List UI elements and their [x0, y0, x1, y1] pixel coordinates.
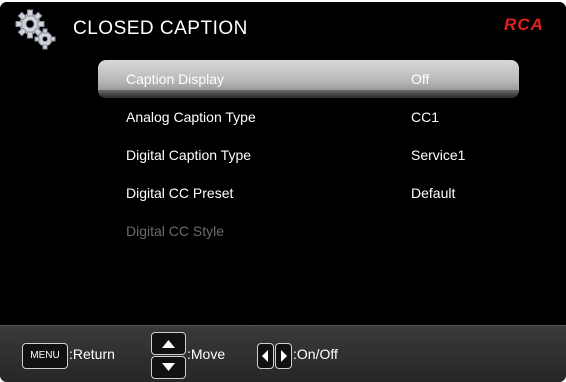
up-arrow-key[interactable] [151, 332, 186, 355]
menu-item-digital-cc-preset[interactable]: Digital CC Preset Default [110, 178, 510, 208]
down-arrow-key[interactable] [151, 356, 186, 379]
rca-logo: RCA [504, 16, 544, 32]
key-hint-bar: MENU :Return :Move :On/Off [0, 325, 566, 382]
menu-key[interactable]: MENU [22, 343, 68, 369]
up-arrow-icon [162, 340, 175, 348]
gears-icon [15, 9, 56, 50]
right-arrow-icon [281, 350, 287, 362]
menu-item-digital-caption-type[interactable]: Digital Caption Type Service1 [110, 140, 510, 170]
return-hint: :Return [69, 346, 115, 362]
menu-item-label: Digital CC Preset [126, 185, 234, 201]
menu-header: CLOSED CAPTION RCA [0, 2, 566, 58]
menu-item-label: Caption Display [126, 71, 225, 87]
menu-item-value: Service1 [411, 147, 466, 163]
menu-key-label: MENU [30, 350, 60, 361]
svg-text:RCA: RCA [504, 16, 544, 32]
menu-item-value: Off [411, 71, 430, 87]
menu-item-value: Default [411, 185, 456, 201]
move-hint: :Move [187, 346, 226, 362]
left-arrow-icon [262, 350, 268, 362]
menu-item-label: Digital Caption Type [126, 147, 252, 163]
on-off-hint: :On/Off [293, 346, 338, 362]
right-arrow-key[interactable] [275, 343, 292, 369]
menu-item-digital-cc-style: Digital CC Style [110, 216, 510, 246]
menu-item-label: Digital CC Style [126, 223, 225, 239]
menu-item-analog-caption-type[interactable]: Analog Caption Type CC1 [110, 102, 510, 132]
left-arrow-key[interactable] [257, 343, 274, 369]
caption-menu-window: CLOSED CAPTION RCA Caption Display Off A… [0, 2, 566, 382]
page-title: CLOSED CAPTION [73, 18, 248, 39]
menu-item-caption-display[interactable]: Caption Display Off [110, 64, 510, 94]
down-arrow-icon [162, 363, 175, 371]
menu-item-value: CC1 [411, 109, 440, 125]
menu-item-label: Analog Caption Type [126, 109, 256, 125]
